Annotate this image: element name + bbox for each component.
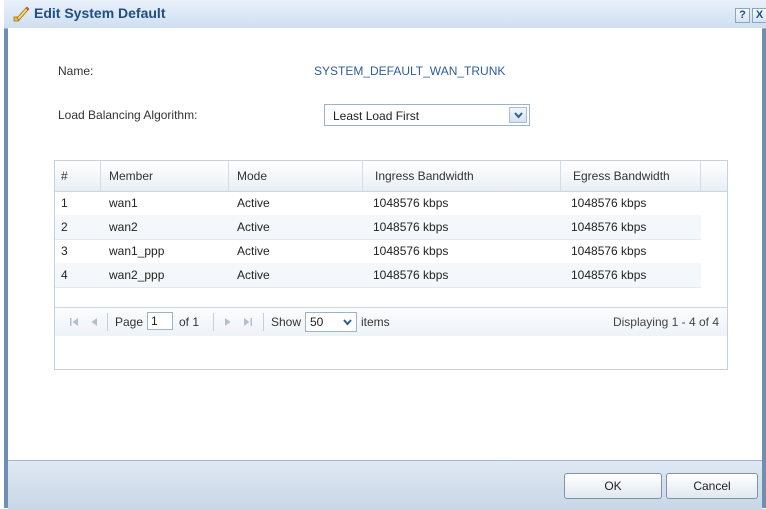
dialog-title: Edit System Default bbox=[34, 5, 166, 21]
page-size-select[interactable]: 50 bbox=[305, 312, 357, 332]
table-row[interactable]: 2 wan2 Active 1048576 kbps 1048576 kbps bbox=[55, 215, 701, 240]
page-size-value: 50 bbox=[310, 315, 324, 329]
show-label: Show bbox=[271, 315, 302, 329]
algorithm-select[interactable]: Least Load First bbox=[324, 104, 530, 126]
row-ingress: 1048576 kbps bbox=[373, 268, 449, 282]
row-member: wan1_ppp bbox=[109, 244, 165, 258]
row-ingress: 1048576 kbps bbox=[373, 220, 449, 234]
row-mode: Active bbox=[237, 268, 270, 282]
ok-button[interactable]: OK bbox=[564, 473, 662, 499]
table-header: # Member Mode Ingress Bandwidth Egress B… bbox=[55, 161, 727, 192]
page-count-label: of 1 bbox=[179, 315, 200, 329]
row-member: wan2 bbox=[109, 220, 138, 234]
row-mode: Active bbox=[237, 220, 270, 234]
table-row[interactable]: 1 wan1 Active 1048576 kbps 1048576 kbps bbox=[55, 191, 701, 216]
column-header-member[interactable]: Member bbox=[101, 161, 229, 191]
displaying-count: Displaying 1 - 4 of 4 bbox=[612, 315, 719, 329]
column-header-mode[interactable]: Mode bbox=[229, 161, 363, 191]
cancel-button[interactable]: Cancel bbox=[666, 473, 758, 499]
chevron-down-icon[interactable] bbox=[343, 319, 352, 326]
row-number: 3 bbox=[61, 244, 68, 258]
members-table: # Member Mode Ingress Bandwidth Egress B… bbox=[54, 160, 728, 370]
row-number: 4 bbox=[61, 268, 68, 282]
row-egress: 1048576 kbps bbox=[571, 244, 647, 258]
row-mode: Active bbox=[237, 196, 270, 210]
edit-pencil-icon bbox=[12, 5, 30, 23]
row-egress: 1048576 kbps bbox=[571, 196, 647, 210]
items-label: items bbox=[361, 315, 390, 329]
row-egress: 1048576 kbps bbox=[571, 268, 647, 282]
table-pager: Page 1 of 1 Show 50 items Displaying 1 -… bbox=[55, 307, 727, 336]
row-ingress: 1048576 kbps bbox=[373, 196, 449, 210]
row-number: 1 bbox=[61, 196, 68, 210]
last-page-icon[interactable] bbox=[241, 315, 255, 329]
name-label: Name: bbox=[58, 64, 94, 78]
table-row[interactable]: 3 wan1_ppp Active 1048576 kbps 1048576 k… bbox=[55, 239, 701, 264]
row-number: 2 bbox=[61, 220, 68, 234]
algorithm-select-value: Least Load First bbox=[333, 109, 420, 123]
table-row[interactable]: 4 wan2_ppp Active 1048576 kbps 1048576 k… bbox=[55, 263, 701, 288]
first-page-icon[interactable] bbox=[67, 315, 81, 329]
name-value: SYSTEM_DEFAULT_WAN_TRUNK bbox=[314, 64, 506, 78]
row-member: wan1 bbox=[109, 196, 138, 210]
row-member: wan2_ppp bbox=[109, 268, 165, 282]
previous-page-icon[interactable] bbox=[87, 315, 101, 329]
page-number-input[interactable]: 1 bbox=[147, 312, 173, 330]
column-header-number[interactable]: # bbox=[55, 161, 101, 191]
dialog-titlebar[interactable]: Edit System Default ? X bbox=[4, 0, 766, 29]
pager-separator bbox=[263, 313, 264, 331]
page-label: Page bbox=[115, 315, 144, 329]
pager-separator bbox=[213, 313, 214, 331]
edit-system-default-dialog: Edit System Default ? X Name: SYSTEM_DEF… bbox=[4, 0, 766, 509]
column-header-egress[interactable]: Egress Bandwidth bbox=[561, 161, 701, 191]
pager-separator bbox=[107, 313, 108, 331]
row-egress: 1048576 kbps bbox=[571, 220, 647, 234]
column-header-ingress[interactable]: Ingress Bandwidth bbox=[363, 161, 561, 191]
dialog-footer: OK Cancel bbox=[8, 460, 762, 509]
dialog-content: Name: SYSTEM_DEFAULT_WAN_TRUNK Load Bala… bbox=[8, 28, 762, 460]
help-button[interactable]: ? bbox=[735, 8, 750, 23]
chevron-down-icon[interactable] bbox=[509, 107, 527, 123]
next-page-icon[interactable] bbox=[221, 315, 235, 329]
close-button[interactable]: X bbox=[752, 8, 766, 23]
row-ingress: 1048576 kbps bbox=[373, 244, 449, 258]
algorithm-label: Load Balancing Algorithm: bbox=[58, 108, 198, 122]
row-mode: Active bbox=[237, 244, 270, 258]
